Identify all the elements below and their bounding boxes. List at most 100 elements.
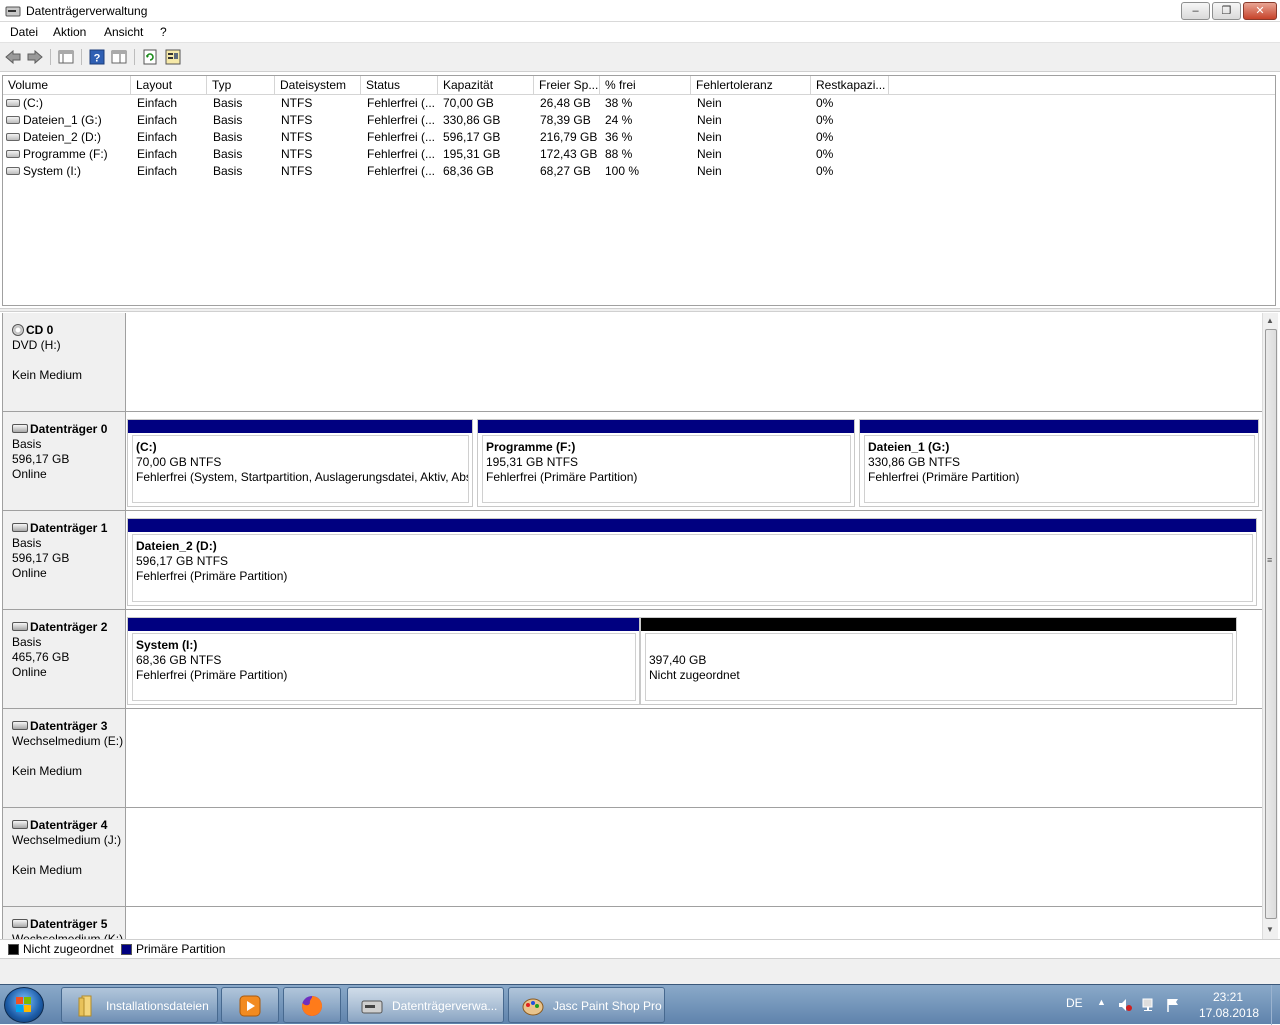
removable-icon	[12, 919, 28, 929]
partition-type-bar	[128, 420, 472, 433]
volume-row[interactable]: System (I:) Einfach Basis NTFS Fehlerfrei (.…	[3, 163, 1275, 180]
taskbar-explorer[interactable]: Installationsdateien	[61, 987, 218, 1023]
menu-help[interactable]: ?	[160, 25, 167, 39]
language-indicator[interactable]: DE	[1066, 996, 1083, 1010]
forward-button[interactable]	[26, 48, 44, 66]
column-header[interactable]: % frei	[600, 76, 691, 95]
pane-splitter[interactable]	[0, 308, 1280, 312]
disk-label[interactable]: Datenträger 0 Basis 596,17 GB Online	[3, 412, 126, 510]
cell-fault-tolerance: Nein	[697, 96, 722, 110]
disk-label[interactable]: Datenträger 3 Wechselmedium (E:) Kein Medi…	[3, 709, 126, 807]
cell-status: Fehlerfrei (...	[367, 130, 436, 144]
menu-ansicht[interactable]: Ansicht	[104, 25, 143, 39]
start-button[interactable]	[4, 987, 44, 1023]
column-header[interactable]: Dateisystem	[275, 76, 361, 95]
cell-overhead: 0%	[816, 164, 834, 178]
cell-layout: Einfach	[137, 130, 178, 144]
view-pane-icon	[111, 50, 127, 64]
scroll-up-icon[interactable]: ▲	[1266, 316, 1274, 325]
partition[interactable]: Programme (F:) 195,31 GB NTFS Fehlerfrei (…	[477, 419, 855, 507]
cell-volume-name: Dateien_1 (G:)	[6, 112, 102, 129]
disk-map: CD 0 DVD (H:) Kein Medium Datenträger 0 Basi…	[2, 313, 1262, 939]
volume-row[interactable]: (C:) Einfach Basis NTFS Fehlerfrei (... 70,00…	[3, 95, 1275, 112]
volume-row[interactable]: Programme (F:) Einfach Basis NTFS Fehlerfrei…	[3, 146, 1275, 163]
clock-date[interactable]: 17.08.2018	[1199, 1006, 1259, 1020]
cell-overhead: 0%	[816, 96, 834, 110]
help-icon: ?	[89, 49, 105, 65]
partition-status: Fehlerfrei (Primäre Partition)	[868, 470, 1020, 484]
properties-view-button[interactable]	[110, 48, 128, 66]
title-bar: Datenträgerverwaltung – ❐ ✕	[0, 0, 1280, 22]
partition-type-bar	[860, 420, 1258, 433]
properties-button[interactable]	[164, 48, 182, 66]
partition[interactable]: (C:) 70,00 GB NTFS Fehlerfrei (System, Sta…	[127, 419, 473, 507]
help-button[interactable]: ?	[88, 48, 106, 66]
menu-bar: Datei Aktion Ansicht ?	[0, 22, 1280, 43]
disk-info-line3: Kein Medium	[12, 368, 83, 382]
column-header[interactable]: Restkapazi...	[811, 76, 889, 95]
disk-row: Datenträger 0 Basis 596,17 GB Online (C:) 70,…	[3, 412, 1262, 511]
disk-icon	[12, 523, 28, 533]
action-center-flag-icon[interactable]	[1165, 997, 1181, 1013]
speaker-muted-icon[interactable]	[1117, 997, 1133, 1013]
partition-size: 70,00 GB NTFS	[136, 455, 222, 469]
volume-name-label: (C:)	[23, 96, 43, 110]
partition-size: 330,86 GB NTFS	[868, 455, 961, 469]
volume-row[interactable]: Dateien_2 (D:) Einfach Basis NTFS Fehlerfrei…	[3, 129, 1275, 146]
partition[interactable]: Dateien_1 (G:) 330,86 GB NTFS Fehlerfrei (…	[859, 419, 1259, 507]
column-header[interactable]: Typ	[207, 76, 275, 95]
toolbar: ?	[0, 43, 1280, 72]
volume-name-label: Dateien_1 (G:)	[23, 113, 102, 127]
disk-label[interactable]: Datenträger 4 Wechselmedium (J:) Kein Medi…	[3, 808, 126, 906]
column-header[interactable]: Status	[361, 76, 438, 95]
partition[interactable]: System (I:) 68,36 GB NTFS Fehlerfrei (Prim…	[127, 617, 640, 705]
folder-icon	[78, 995, 92, 1017]
network-icon[interactable]	[1141, 997, 1157, 1013]
disk-row: Datenträger 1 Basis 596,17 GB Online Dateien…	[3, 511, 1262, 610]
minimize-button[interactable]: –	[1181, 2, 1210, 20]
menu-aktion[interactable]: Aktion	[53, 25, 86, 39]
scroll-down-icon[interactable]: ▼	[1266, 925, 1274, 934]
volume-row[interactable]: Dateien_1 (G:) Einfach Basis NTFS Fehlerfrei…	[3, 112, 1275, 129]
disk-label[interactable]: CD 0 DVD (H:) Kein Medium	[3, 313, 126, 411]
close-button[interactable]: ✕	[1243, 2, 1277, 20]
partition-status: Fehlerfrei (Primäre Partition)	[136, 668, 288, 682]
partition-status: Nicht zugeordnet	[649, 668, 740, 682]
partition-title: Dateien_1 (G:)	[868, 440, 950, 454]
drive-icon	[6, 149, 20, 158]
taskbar-paint-shop-pro[interactable]: Jasc Paint Shop Pro	[508, 987, 665, 1023]
unallocated-space[interactable]: 397,40 GB Nicht zugeordnet	[640, 617, 1237, 705]
column-header[interactable]: Fehlertoleranz	[691, 76, 811, 95]
disk-info-line2	[12, 353, 125, 368]
disk-label[interactable]: Datenträger 5 Wechselmedium (K:)	[3, 907, 126, 939]
column-header[interactable]: Volume	[3, 76, 131, 95]
partition-status: Fehlerfrei (System, Startpartition, Ausl…	[136, 470, 468, 484]
disk-row: Datenträger 3 Wechselmedium (E:) Kein Medi…	[3, 709, 1262, 808]
cd-icon	[12, 323, 24, 336]
back-button[interactable]	[4, 48, 22, 66]
vertical-scrollbar[interactable]: ▲ ≡ ▼	[1262, 313, 1278, 939]
column-header[interactable]: Kapazität	[438, 76, 534, 95]
partition[interactable]: Dateien_2 (D:) 596,17 GB NTFS Fehlerfrei (…	[127, 518, 1257, 606]
partition-size: 195,31 GB NTFS	[486, 455, 579, 469]
show-desktop-button[interactable]	[1271, 985, 1280, 1025]
disk-info-line2: 596,17 GB	[12, 551, 70, 565]
disk-label[interactable]: Datenträger 2 Basis 465,76 GB Online	[3, 610, 126, 708]
clock-time[interactable]: 23:21	[1213, 990, 1243, 1004]
grip-icon: ≡	[1267, 555, 1273, 565]
taskbar-media-player[interactable]	[221, 987, 279, 1023]
column-header[interactable]: Layout	[131, 76, 207, 95]
console-tree-button[interactable]	[57, 48, 75, 66]
disk-label[interactable]: Datenträger 1 Basis 596,17 GB Online	[3, 511, 126, 609]
volume-name-label: Programme (F:)	[23, 147, 108, 161]
scroll-thumb[interactable]	[1265, 329, 1277, 919]
show-hidden-icons-icon[interactable]: ▲	[1097, 997, 1106, 1007]
column-header[interactable]: Freier Sp...	[534, 76, 600, 95]
cell-free-space: 216,79 GB	[540, 130, 598, 144]
taskbar-disk-management[interactable]: Datenträgerverwa...	[347, 987, 504, 1023]
maximize-button[interactable]: ❐	[1212, 2, 1241, 20]
cell-filesystem: NTFS	[281, 164, 313, 178]
taskbar-firefox[interactable]	[283, 987, 341, 1023]
menu-datei[interactable]: Datei	[10, 25, 38, 39]
refresh-button[interactable]	[141, 48, 159, 66]
